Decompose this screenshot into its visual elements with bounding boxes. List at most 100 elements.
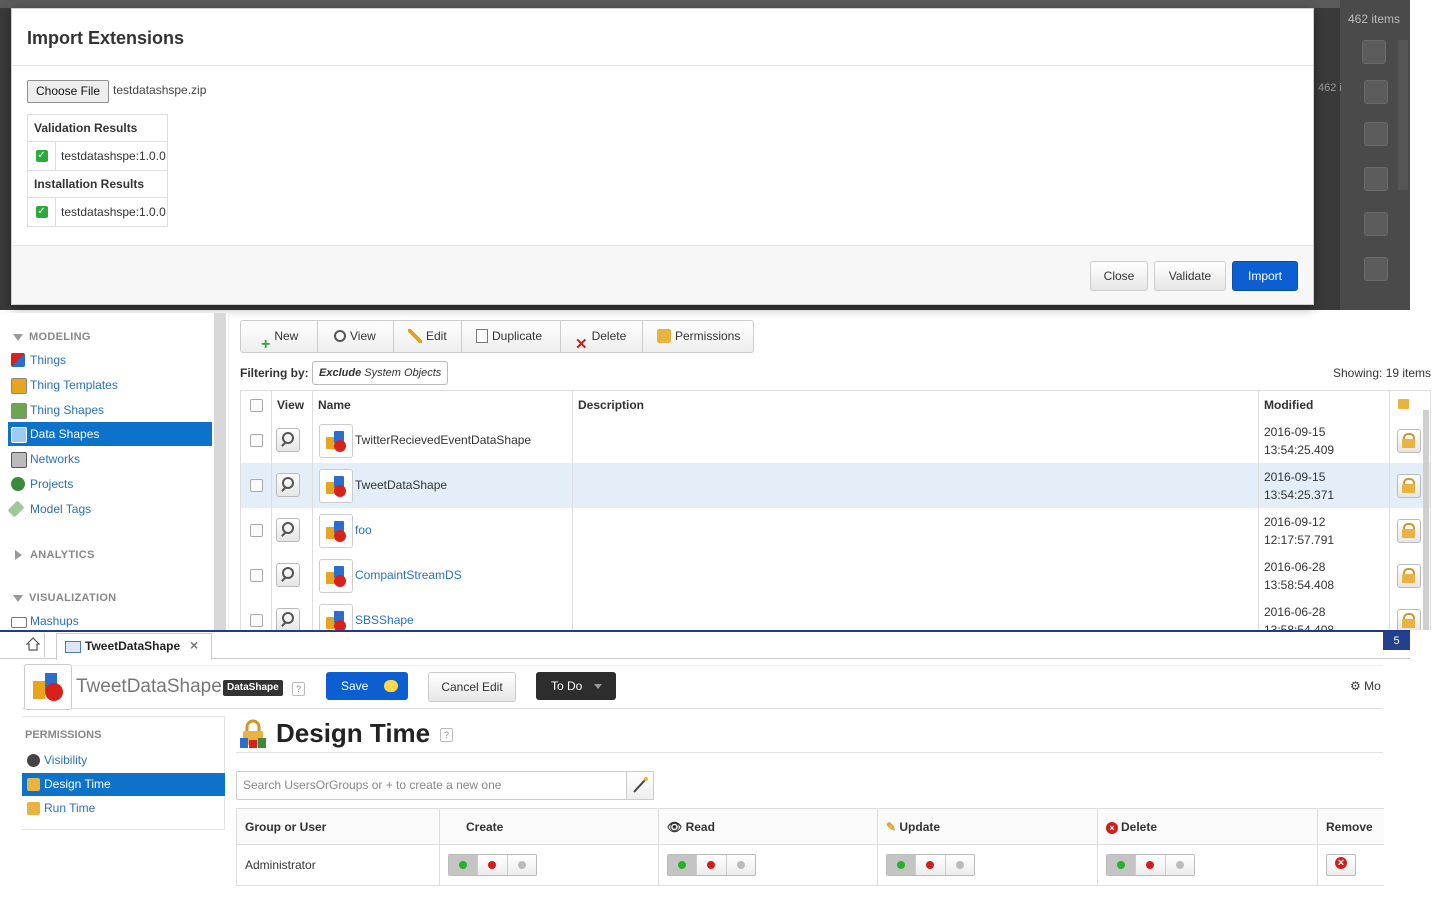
row-permissions-button[interactable]: [1397, 609, 1421, 630]
view-magnifier-icon[interactable]: [276, 473, 300, 497]
row-name-link[interactable]: foo: [355, 523, 372, 537]
table-row[interactable]: TweetDataShape 2016-09-15 13:54:25.371: [241, 463, 1430, 509]
permissions-button[interactable]: Permissions: [643, 321, 753, 352]
button-label: View: [350, 329, 376, 343]
more-menu[interactable]: ⚙ Mo: [1350, 679, 1381, 693]
sidebar-item-label: Thing Shapes: [30, 403, 105, 417]
row-permissions-button[interactable]: [1397, 474, 1421, 498]
row-name: TwitterRecievedEventDataShape: [355, 433, 532, 447]
row-description: [573, 508, 1259, 553]
table-row[interactable]: foo 2016-09-12 12:17:57.791: [241, 508, 1430, 554]
dialog-footer: Close Validate Import: [12, 246, 1313, 304]
read-cell: [659, 845, 878, 885]
allow-option[interactable]: [887, 855, 917, 875]
sidebar-item-model-tags[interactable]: Model Tags: [7, 497, 212, 521]
column-header-description[interactable]: Description: [573, 391, 1259, 419]
column-header-name[interactable]: Name: [313, 391, 573, 419]
inherit-option[interactable]: [945, 855, 974, 875]
sidebar-item-things[interactable]: Things: [8, 348, 212, 372]
close-tab-icon[interactable]: ×: [190, 637, 198, 653]
chevron-right-icon: [15, 550, 22, 561]
visualization-section-header[interactable]: VISUALIZATION: [13, 592, 116, 604]
cancel-edit-button[interactable]: Cancel Edit: [428, 672, 516, 702]
inherit-option[interactable]: [1165, 855, 1194, 875]
view-magnifier-icon[interactable]: [276, 563, 300, 587]
sidebar-item-projects[interactable]: Projects: [8, 472, 212, 496]
edit-button[interactable]: Edit: [394, 321, 462, 352]
import-button[interactable]: Import: [1232, 261, 1298, 291]
column-header-modified[interactable]: Modified: [1259, 391, 1390, 419]
inherit-option[interactable]: [507, 855, 536, 875]
sidebar-item-networks[interactable]: Networks: [8, 447, 212, 471]
row-checkbox[interactable]: [250, 614, 263, 627]
create-permission-toggle[interactable]: [448, 854, 537, 876]
deny-option[interactable]: [697, 855, 727, 875]
allow-option[interactable]: [668, 855, 698, 875]
table-row[interactable]: TwitterRecievedEventDataShape 2016-09-15…: [241, 418, 1430, 464]
view-magnifier-icon[interactable]: [276, 428, 300, 452]
lock-icon: [657, 328, 671, 343]
remove-user-button[interactable]: [1326, 854, 1356, 876]
todo-dropdown-button[interactable]: To Do: [536, 672, 616, 700]
sidebar-item-data-shapes[interactable]: Data Shapes: [8, 422, 212, 446]
row-checkbox[interactable]: [250, 434, 263, 447]
deny-option[interactable]: [478, 855, 508, 875]
delete-permission-toggle[interactable]: [1106, 854, 1195, 876]
sidebar-item-visibility[interactable]: Visibility: [22, 749, 225, 772]
validate-button[interactable]: Validate: [1154, 261, 1226, 291]
row-checkbox[interactable]: [250, 479, 263, 492]
magic-wand-button[interactable]: [626, 771, 654, 800]
view-magnifier-icon[interactable]: [276, 518, 300, 542]
modeling-section-header[interactable]: MODELING: [13, 331, 91, 343]
delete-circle-icon: ×: [1106, 821, 1118, 834]
analytics-section-header[interactable]: ANALYTICS: [13, 549, 95, 561]
tab-tweetdatashape[interactable]: TweetDataShape ×: [56, 633, 212, 660]
delete-button[interactable]: ✕ Delete: [561, 321, 643, 353]
deny-option[interactable]: [916, 855, 946, 875]
row-checkbox[interactable]: [250, 569, 263, 582]
grid-scrollbar[interactable]: [1423, 410, 1429, 630]
inherit-option[interactable]: [726, 855, 755, 875]
design-time-icon: [240, 719, 266, 748]
update-permission-toggle[interactable]: [886, 854, 975, 876]
sidebar-item-run-time[interactable]: Run Time: [22, 797, 225, 820]
column-label: Delete: [1121, 820, 1158, 834]
button-label: Save: [341, 679, 369, 693]
row-permissions-button[interactable]: [1397, 429, 1421, 453]
allow-option[interactable]: [449, 855, 479, 875]
datashape-icon: [319, 604, 353, 630]
select-all-checkbox[interactable]: [250, 399, 263, 412]
chevron-down-icon: [13, 594, 23, 602]
home-tab[interactable]: [22, 633, 45, 657]
choose-file-button[interactable]: Choose File: [27, 80, 109, 103]
help-icon[interactable]: ?: [292, 682, 305, 696]
view-button[interactable]: View: [318, 321, 394, 352]
column-header-view[interactable]: View: [272, 391, 313, 419]
validation-result-row: ✓ testdatashspe:1.0.0: [28, 142, 167, 171]
row-checkbox[interactable]: [250, 524, 263, 537]
row-permissions-button[interactable]: [1397, 564, 1421, 588]
close-button[interactable]: Close: [1090, 261, 1148, 291]
lock-icon: [1364, 212, 1388, 236]
sidebar-item-thing-shapes[interactable]: Thing Shapes: [8, 398, 212, 422]
save-button[interactable]: Save: [326, 672, 408, 700]
deny-option[interactable]: [1136, 855, 1166, 875]
table-row[interactable]: CompaintStreamDS 2016-06-28 13:58:54.408: [241, 553, 1430, 599]
sidebar-item-design-time[interactable]: Design Time: [22, 773, 225, 796]
data-shapes-grid: View Name Description Modified TwitterRe…: [240, 390, 1431, 630]
table-row[interactable]: SBSShape 2016-06-28 13:58:54.408: [241, 598, 1430, 630]
sidebar-item-thing-templates[interactable]: Thing Templates: [8, 373, 212, 397]
sidebar-item-label: Data Shapes: [30, 427, 100, 441]
duplicate-button[interactable]: Duplicate: [462, 321, 561, 352]
row-permissions-button[interactable]: [1397, 519, 1421, 543]
row-name-link[interactable]: SBSShape: [355, 613, 414, 627]
allow-option[interactable]: [1107, 855, 1137, 875]
view-magnifier-icon[interactable]: [276, 608, 300, 630]
row-description: [573, 418, 1259, 463]
new-button[interactable]: + New: [241, 321, 318, 353]
filter-chip[interactable]: Exclude System Objects: [312, 361, 449, 385]
row-name-link[interactable]: CompaintStreamDS: [355, 568, 462, 582]
help-icon[interactable]: ?: [440, 728, 453, 742]
sidebar-scrollbar[interactable]: [214, 313, 226, 630]
read-permission-toggle[interactable]: [667, 854, 756, 876]
